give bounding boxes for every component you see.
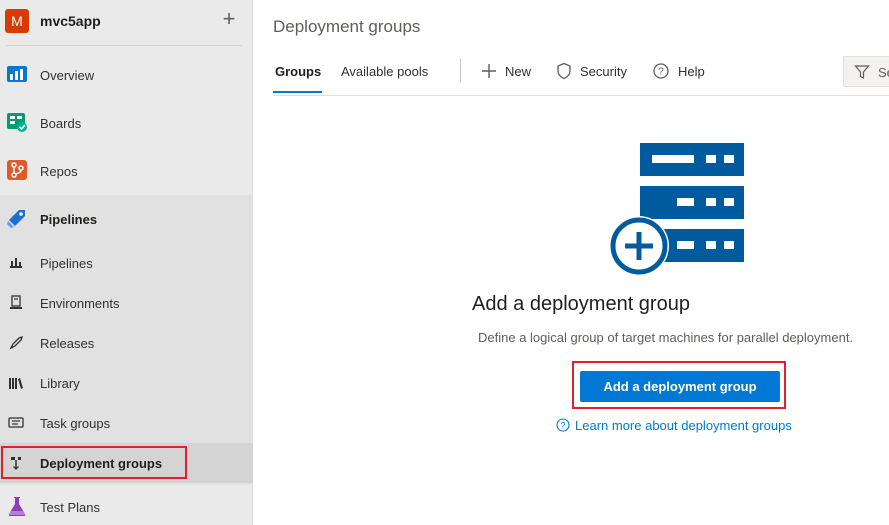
sidebar-subitem-releases[interactable]: Releases — [0, 323, 253, 363]
filter-icon — [854, 65, 870, 79]
sidebar-subitem-task-groups[interactable]: Task groups — [0, 403, 253, 443]
deployment-group-server-icon — [609, 143, 744, 276]
search-placeholder: Search — [878, 65, 889, 80]
svg-text:?: ? — [658, 67, 664, 78]
sidebar-item-label: Test Plans — [40, 500, 100, 515]
shield-icon — [557, 62, 571, 80]
toolbar-divider — [460, 59, 461, 83]
pipeline-sub-icon — [10, 258, 22, 268]
page-title: Deployment groups — [273, 17, 421, 36]
main-content: Deployment groups Groups Available pools… — [254, 0, 889, 525]
sidebar-subitem-label: Task groups — [40, 416, 111, 431]
sidebar-subitem-label: Releases — [40, 336, 95, 351]
boards-icon — [7, 113, 27, 132]
sidebar-subitem-environments[interactable]: Environments — [0, 283, 253, 323]
svg-text:?: ? — [560, 420, 565, 430]
library-icon — [9, 378, 23, 389]
add-deployment-group-button[interactable]: Add a deployment group — [580, 371, 780, 402]
test-plans-icon — [8, 497, 26, 516]
sidebar-subitem-pipelines[interactable]: Pipelines — [0, 243, 253, 283]
task-groups-icon — [8, 417, 24, 428]
tab-available-pools[interactable]: Available pools — [341, 64, 428, 79]
sidebar-subitem-label: Environments — [40, 296, 120, 311]
tab-groups[interactable]: Groups — [275, 64, 321, 79]
security-button[interactable]: Security — [580, 64, 627, 79]
project-name[interactable]: mvc5app — [40, 13, 101, 29]
help-button[interactable]: Help — [678, 64, 705, 79]
toolbar: Groups Available pools New Security ? He… — [273, 56, 889, 96]
sidebar-item-overview[interactable]: Overview — [0, 55, 253, 95]
divider — [6, 45, 242, 46]
add-project-button[interactable]: + — [218, 8, 240, 30]
learn-more-link[interactable]: ? Learn more about deployment groups — [556, 418, 792, 433]
new-button[interactable]: New — [505, 64, 531, 79]
releases-icon — [9, 335, 24, 350]
project-header[interactable]: M mvc5app + — [0, 0, 253, 46]
sidebar-item-label: Pipelines — [40, 212, 98, 227]
active-tab-indicator — [273, 91, 322, 93]
sidebar: M mvc5app + Overview Boards Repos Pipeli… — [0, 0, 253, 525]
project-avatar: M — [5, 9, 29, 33]
help-icon: ? — [653, 63, 669, 79]
highlight-box — [1, 446, 187, 479]
sidebar-item-label: Repos — [40, 164, 78, 179]
sidebar-item-boards[interactable]: Boards — [0, 103, 253, 143]
sidebar-subitem-library[interactable]: Library — [0, 363, 253, 403]
sidebar-item-label: Overview — [40, 68, 95, 83]
plus-icon — [482, 64, 496, 78]
learn-more-text: Learn more about deployment groups — [575, 418, 792, 433]
sidebar-item-test-plans[interactable]: Test Plans — [0, 487, 253, 525]
overview-icon — [7, 66, 27, 82]
sidebar-item-pipelines[interactable]: Pipelines — [0, 199, 253, 239]
search-input[interactable]: Search — [843, 56, 889, 87]
empty-state-description: Define a logical group of target machine… — [478, 330, 854, 345]
sidebar-subitem-label: Library — [40, 376, 80, 391]
environments-icon — [10, 295, 22, 309]
pipelines-icon — [7, 210, 25, 228]
empty-state-title: Add a deployment group — [472, 293, 690, 315]
help-circle-icon: ? — [556, 418, 570, 432]
sidebar-item-repos[interactable]: Repos — [0, 151, 253, 191]
sidebar-subitem-label: Pipelines — [40, 256, 93, 271]
sidebar-item-label: Boards — [40, 116, 82, 131]
repos-icon — [7, 160, 27, 180]
